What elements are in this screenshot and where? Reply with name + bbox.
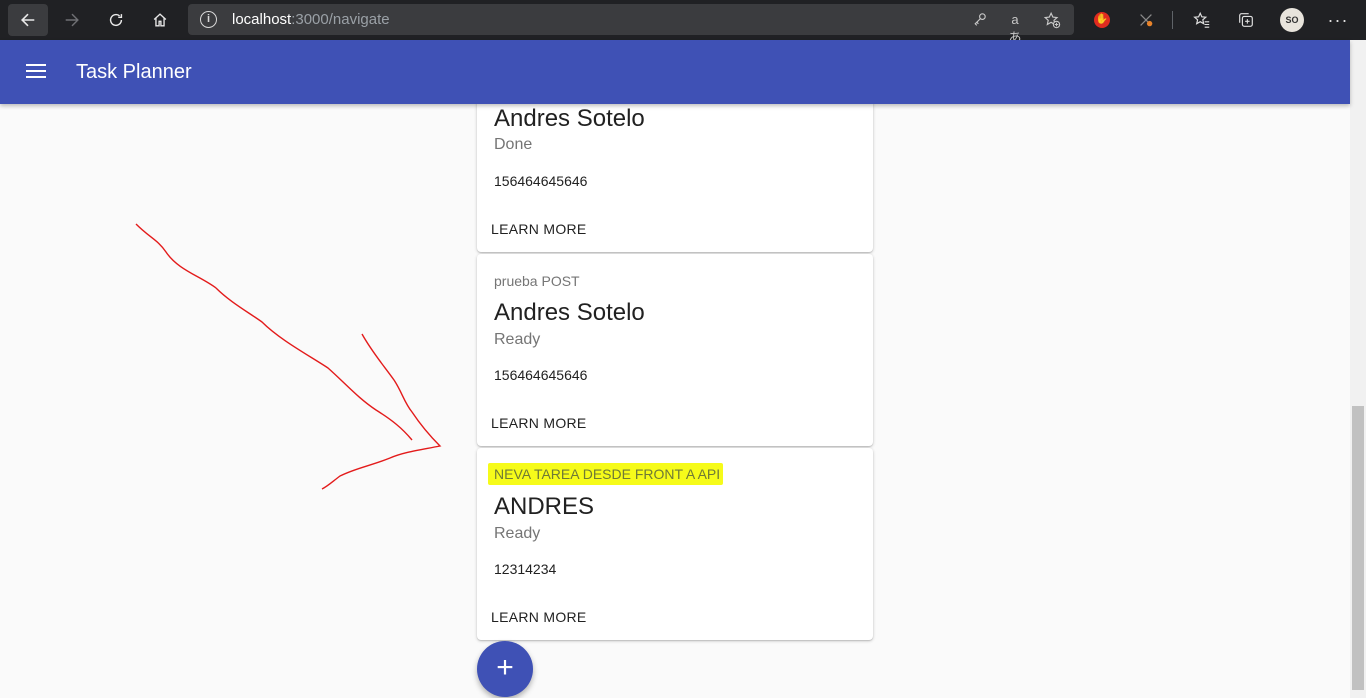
back-icon (21, 13, 35, 27)
refresh-icon (109, 13, 123, 27)
card-due-date: 12314234 (494, 561, 557, 577)
card-description: NEVA TAREA DESDE FRONT A API (488, 463, 724, 485)
collections-icon[interactable] (1236, 10, 1256, 30)
refresh-button[interactable] (96, 4, 136, 36)
card-assignee: ANDRES (494, 493, 595, 520)
learn-more-button[interactable]: LEARN MORE (485, 217, 593, 241)
read-aloud-icon[interactable]: aあ (1006, 11, 1024, 45)
back-button[interactable] (8, 4, 48, 36)
task-card: NEVA TAREA DESDE FRONT A API ANDRES Read… (477, 448, 873, 640)
home-button[interactable] (140, 4, 180, 36)
forward-button[interactable] (52, 4, 92, 36)
hamburger-menu-icon[interactable] (24, 60, 48, 84)
card-status: Ready (494, 331, 541, 348)
info-icon[interactable]: i (200, 11, 217, 28)
app-title: Task Planner (76, 61, 192, 83)
toolbar-divider (1172, 11, 1173, 29)
url-path: :3000/navigate (291, 11, 390, 28)
card-due-date: 156464645646 (494, 367, 588, 383)
address-bar[interactable]: i localhost:3000/navigate aあ (188, 4, 1074, 45)
task-card: prueba POST Andres Sotelo Ready 15646464… (477, 254, 873, 446)
color-extension-icon[interactable] (1136, 10, 1156, 30)
card-description: prueba POST (494, 273, 580, 289)
card-status: Done (494, 136, 533, 153)
learn-more-button[interactable]: LEARN MORE (485, 605, 593, 629)
scrollbar-thumb[interactable] (1352, 406, 1364, 690)
profile-avatar[interactable]: SO (1280, 8, 1304, 32)
url-text[interactable]: localhost:3000/navigate (232, 11, 390, 28)
add-task-button[interactable]: + (477, 641, 533, 697)
card-assignee: Andres Sotelo (494, 105, 645, 132)
more-icon[interactable]: ··· (1328, 10, 1348, 30)
forward-icon (65, 13, 79, 27)
favorites-icon[interactable] (1192, 10, 1212, 30)
page-scrollbar[interactable] (1350, 40, 1366, 698)
card-status: Ready (494, 525, 541, 542)
adblock-extension-icon[interactable]: ✋ (1092, 10, 1112, 30)
app-bar: Task Planner (0, 40, 1350, 104)
home-icon (153, 13, 167, 27)
add-favorite-icon[interactable] (1043, 11, 1061, 29)
task-card: Andres Sotelo Done 156464645646 LEARN MO… (477, 84, 873, 252)
card-assignee: Andres Sotelo (494, 299, 645, 326)
card-due-date: 156464645646 (494, 173, 588, 189)
browser-toolbar: i localhost:3000/navigate aあ ✋ SO ··· (0, 0, 1366, 45)
url-host: localhost (232, 11, 292, 28)
key-icon[interactable] (971, 11, 989, 29)
learn-more-button[interactable]: LEARN MORE (485, 411, 593, 435)
